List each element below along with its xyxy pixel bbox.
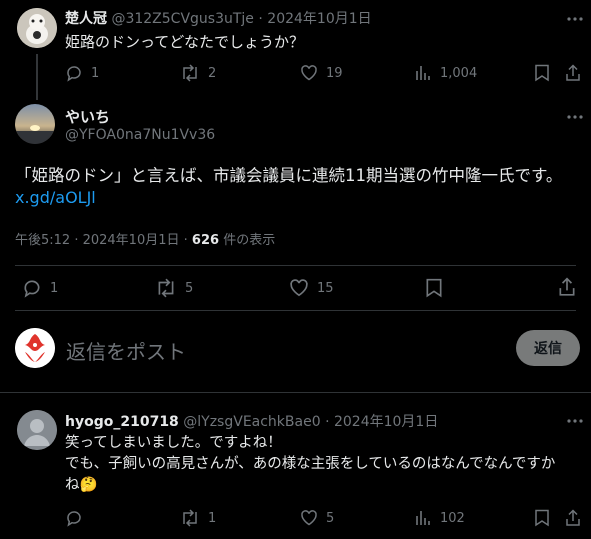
- avatar-reply[interactable]: [17, 410, 57, 450]
- reply-icon: [22, 278, 42, 298]
- parent-reply-count: 1: [91, 65, 100, 81]
- main-reply-count: 1: [50, 280, 59, 296]
- heart-icon: [300, 64, 318, 82]
- avatar-parent[interactable]: [17, 8, 57, 48]
- dot-separator: ·: [258, 11, 263, 27]
- reply-repost-count: 1: [208, 510, 217, 526]
- reply-input[interactable]: 返信をポスト: [66, 336, 496, 365]
- thread-line: [36, 54, 38, 100]
- repost-icon: [180, 64, 200, 82]
- repost-icon: [155, 278, 177, 298]
- more-icon[interactable]: [566, 412, 584, 430]
- main-view-count: 626: [191, 233, 220, 248]
- parent-display-name[interactable]: 楚人冠: [65, 11, 107, 27]
- main-link[interactable]: x.gd/aOLJl: [15, 188, 96, 207]
- heart-icon: [289, 278, 309, 298]
- share-icon[interactable]: [565, 64, 581, 82]
- parent-views[interactable]: 1,004: [414, 64, 477, 82]
- main-display-name[interactable]: やいち: [65, 106, 110, 127]
- reply-text: 笑ってしまいました。ですよね！ でも、子飼いの高見さんが、あの様な主張をしている…: [65, 433, 555, 496]
- dot-separator: ·: [325, 414, 330, 430]
- reply-view-count: 102: [440, 510, 465, 526]
- parent-like-count: 19: [326, 65, 343, 81]
- main-repost-count: 5: [185, 280, 194, 296]
- divider: [15, 265, 576, 266]
- main-repost-button[interactable]: 5: [155, 278, 193, 298]
- repost-icon: [180, 509, 200, 527]
- parent-repost-count: 2: [208, 65, 217, 81]
- parent-like-button[interactable]: 19: [300, 64, 343, 82]
- reply-like-count: 5: [326, 510, 335, 526]
- reply-handle[interactable]: @lYzsgVEachkBae0: [183, 414, 320, 430]
- avatar-main[interactable]: [15, 104, 55, 144]
- parent-header: 楚人冠 @312Z5CVgus3uTje · 2024年10月1日: [65, 8, 372, 28]
- main-time[interactable]: 午後5:12 · 2024年10月1日 ·: [15, 233, 188, 248]
- share-icon[interactable]: [565, 509, 581, 527]
- main-handle[interactable]: @YFOA0na7Nu1Vv36: [65, 127, 215, 143]
- analytics-icon: [414, 64, 432, 82]
- main-views-label: 件の表示: [223, 233, 276, 248]
- main-like-count: 15: [317, 280, 334, 296]
- reply-header: hyogo_210718 @lYzsgVEachkBae0 · 2024年10月…: [65, 411, 438, 431]
- parent-repost-button[interactable]: 2: [180, 64, 216, 82]
- analytics-icon: [414, 509, 432, 527]
- reply-like-button[interactable]: 5: [300, 509, 334, 527]
- reply-date[interactable]: 2024年10月1日: [334, 414, 438, 430]
- divider: [0, 392, 591, 393]
- more-icon[interactable]: [566, 108, 584, 126]
- reply-display-name[interactable]: hyogo_210718: [65, 414, 179, 430]
- parent-handle[interactable]: @312Z5CVgus3uTje: [111, 11, 253, 27]
- heart-icon: [300, 509, 318, 527]
- reply-icon: [65, 509, 83, 527]
- reply-repost-button[interactable]: 1: [180, 509, 216, 527]
- parent-reply-button[interactable]: 1: [65, 64, 99, 82]
- reply-text-line: ね🤔: [65, 477, 98, 493]
- share-icon[interactable]: [558, 277, 576, 297]
- bookmark-icon[interactable]: [534, 509, 550, 527]
- main-text: 「姫路のドン」と言えば、市議会議員に連続11期当選の竹中隆一氏です。: [15, 166, 563, 185]
- parent-date[interactable]: 2024年10月1日: [267, 11, 371, 27]
- bookmark-icon[interactable]: [534, 64, 550, 82]
- parent-text: 姫路のドンってどなたでしょうか？: [65, 33, 304, 51]
- avatar-self[interactable]: [15, 328, 55, 368]
- reply-submit-button[interactable]: 返信: [516, 330, 580, 366]
- main-reply-button[interactable]: 1: [22, 278, 58, 298]
- reply-icon: [65, 64, 83, 82]
- main-like-button[interactable]: 15: [289, 278, 334, 298]
- reply-text-line: 笑ってしまいました。ですよね！: [65, 435, 282, 451]
- main-meta: 午後5:12 · 2024年10月1日 · 626 件の表示: [15, 229, 275, 248]
- more-icon[interactable]: [566, 10, 584, 28]
- reply-text-line: でも、子飼いの高見さんが、あの様な主張をしているのはなんでなんですか: [65, 456, 556, 472]
- parent-view-count: 1,004: [440, 65, 478, 81]
- divider: [15, 310, 576, 311]
- bookmark-icon[interactable]: [425, 278, 443, 298]
- reply-reply-button[interactable]: [65, 509, 91, 527]
- reply-views[interactable]: 102: [414, 509, 465, 527]
